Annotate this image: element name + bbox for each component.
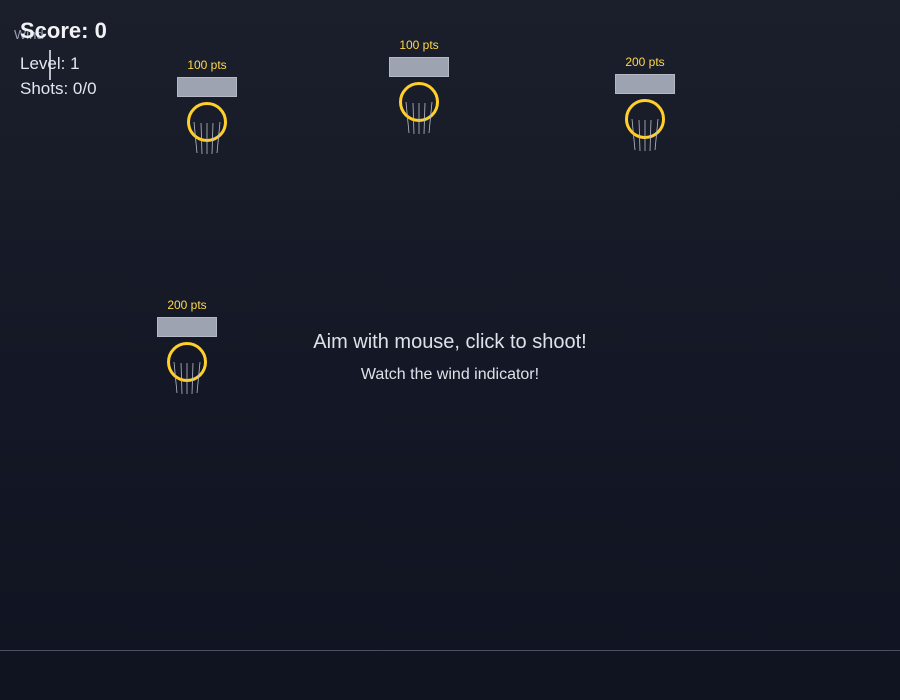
game-canvas[interactable]: Wind Score: 0 Level: 1 Shots: 0/0 100 pt… — [0, 0, 900, 700]
hoop: 100 pts — [389, 38, 469, 148]
hoop-backboard — [389, 57, 449, 77]
hoop-points-label: 200 pts — [625, 55, 665, 69]
hoop-net — [405, 101, 433, 134]
hoop-net — [631, 118, 659, 151]
hoop-points-label: 100 pts — [399, 38, 439, 52]
level-display: Level: 1 — [20, 54, 80, 73]
wind-hint-message: Watch the wind indicator! — [360, 366, 540, 383]
hoop-points-label: 100 pts — [187, 58, 227, 72]
hoop-points-label: 200 pts — [167, 298, 207, 312]
hoop-backboard — [615, 74, 675, 94]
hoop-net — [193, 121, 221, 154]
instruction-message: Aim with mouse, click to shoot! — [313, 331, 587, 353]
hoop-backboard — [177, 77, 237, 97]
hoop: 100 pts — [177, 58, 257, 168]
ground-line — [0, 650, 900, 651]
score-display: Score: 0 — [20, 18, 107, 43]
hoop: 200 pts — [615, 55, 695, 165]
shots-display: Shots: 0/0 — [20, 79, 97, 98]
